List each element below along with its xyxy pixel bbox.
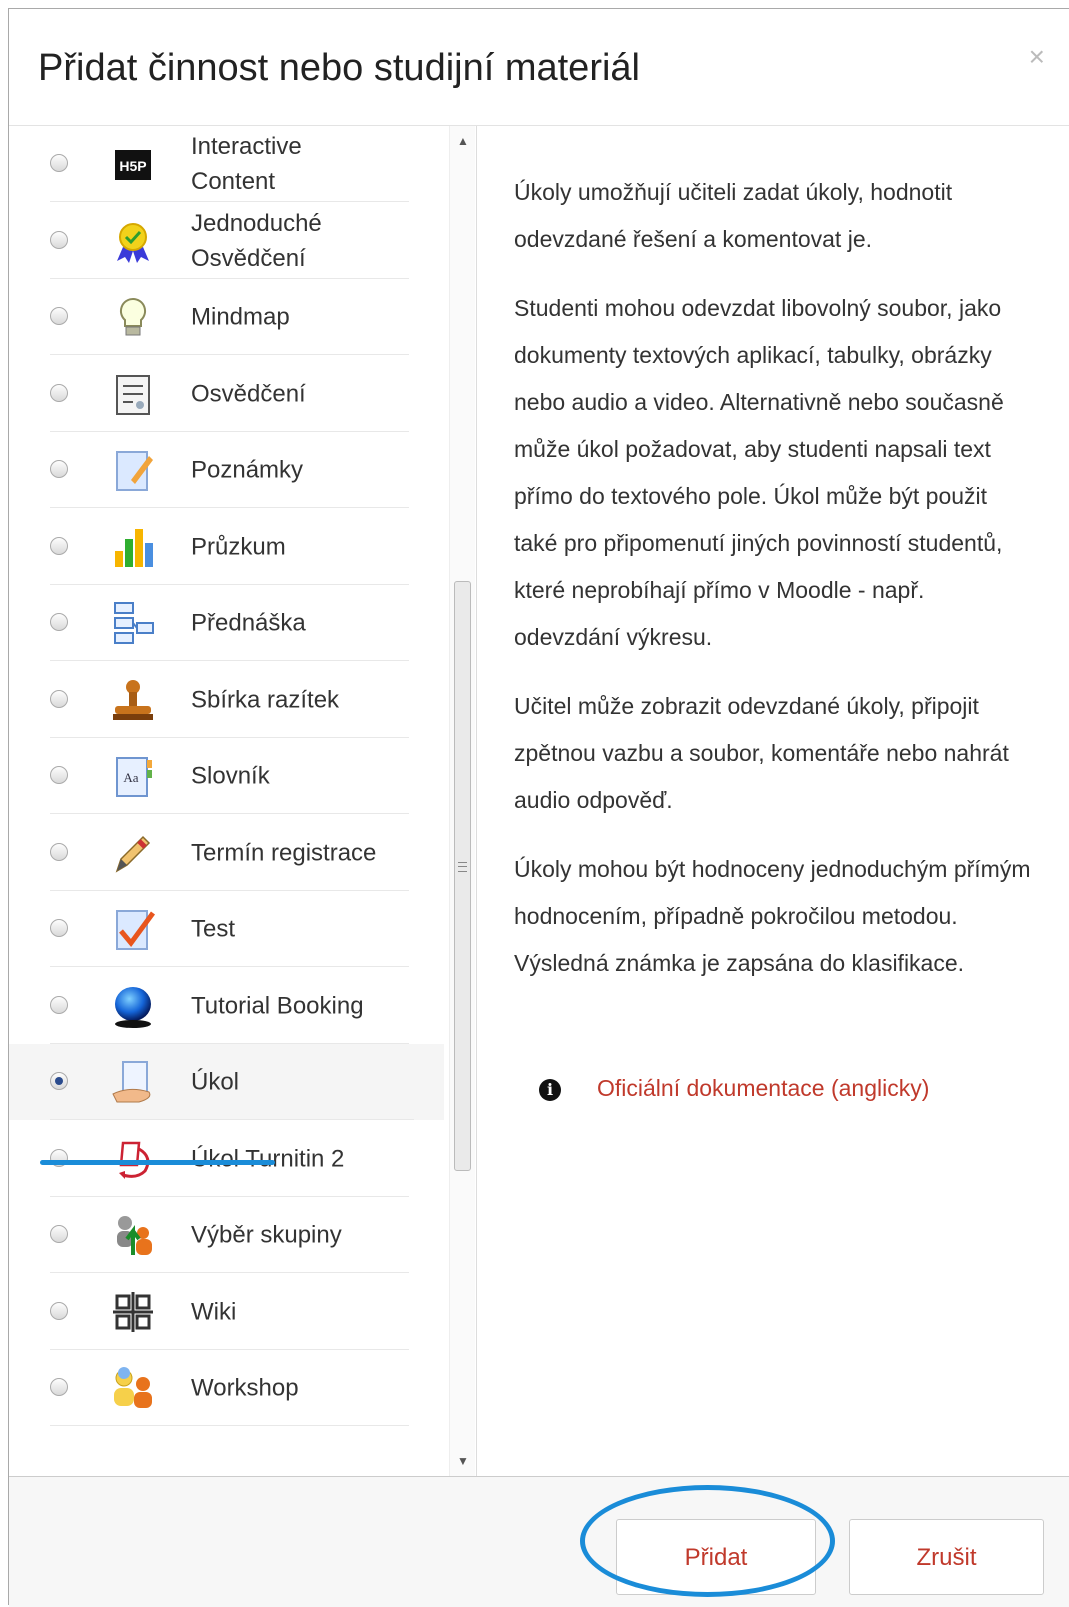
scroll-down-arrow-icon[interactable]: ▼ (457, 1454, 469, 1468)
activity-option[interactable]: Výběr skupiny (9, 1197, 439, 1273)
workshop-people-icon (109, 1364, 157, 1412)
activity-label[interactable]: Úkol Turnitin 2 (191, 1141, 421, 1176)
activity-option[interactable]: Úkol (9, 1044, 444, 1120)
svg-text:Aa: Aa (123, 770, 138, 785)
activity-option[interactable]: Přednáška (9, 585, 439, 661)
globe-icon (109, 982, 157, 1030)
certificate-document-icon (109, 370, 157, 418)
activity-radio[interactable] (50, 460, 68, 478)
activity-label[interactable]: Jednoduché Osvědčení (191, 206, 322, 276)
activity-label[interactable]: Wiki (191, 1294, 421, 1329)
activity-radio[interactable] (50, 383, 68, 402)
dialog-footer: Přidat Zrušit (9, 1476, 1069, 1607)
quiz-checkmark-icon (109, 905, 157, 953)
activity-label[interactable]: Slovník (191, 759, 421, 794)
activity-label[interactable]: Úkol (191, 1065, 421, 1100)
activity-radio[interactable] (50, 613, 68, 631)
wiki-icon (109, 1288, 157, 1336)
list-scrollbar[interactable]: ▲ ▼ (449, 126, 475, 1476)
activity-label[interactable]: Workshop (191, 1371, 421, 1406)
activity-radio[interactable] (50, 1301, 68, 1320)
activity-list: H5P Interactive Content Jednoduché Osvědče… (9, 126, 477, 1476)
lesson-flowchart-icon (109, 599, 157, 647)
activity-option[interactable]: Mindmap (9, 279, 439, 355)
description-paragraph: Úkoly umožňují učiteli zadat úkoly, hodn… (514, 179, 953, 252)
activity-option[interactable]: H5P Interactive Content (9, 126, 439, 202)
activity-option[interactable]: Úkol Turnitin 2 (9, 1121, 439, 1197)
activity-radio[interactable] (50, 995, 68, 1014)
activity-option[interactable]: Termín registrace (9, 815, 439, 891)
activity-label[interactable]: Test (191, 912, 421, 947)
h5p-icon: H5P (109, 140, 157, 188)
activity-label[interactable]: Sbírka razítek (191, 682, 421, 717)
activity-option[interactable]: Sbírka razítek (9, 662, 439, 738)
activity-option[interactable]: Aa Slovník (9, 738, 439, 814)
dialog-title: Přidat činnost nebo studijní materiál (38, 47, 640, 89)
activity-radio[interactable] (50, 230, 68, 249)
glossary-book-icon: Aa (109, 752, 157, 800)
activity-label[interactable]: Poznámky (191, 453, 421, 488)
activity-label[interactable]: Průzkum (191, 529, 421, 564)
option-divider (50, 1425, 409, 1426)
activity-radio[interactable] (50, 1378, 68, 1396)
dialog-header: Přidat činnost nebo studijní materiál × (9, 9, 1069, 126)
documentation-link-label[interactable]: Oficiální dokumentace (anglicky) (597, 1075, 929, 1101)
activity-label[interactable]: Mindmap (191, 300, 421, 335)
activity-description: Úkoly umožňují učiteli zadat úkoly, hodn… (514, 169, 1034, 1009)
activity-label[interactable]: Osvědčení (191, 376, 421, 411)
activity-option[interactable]: Poznámky (9, 432, 439, 508)
lightbulb-icon (109, 293, 157, 341)
activity-label[interactable]: Tutorial Booking (191, 988, 421, 1023)
info-icon: i (539, 1078, 561, 1101)
activity-radio[interactable] (50, 307, 68, 325)
stamp-icon (109, 676, 157, 724)
activity-radio[interactable] (50, 154, 68, 172)
documentation-link[interactable]: i Oficiální dokumentace (anglicky) (539, 1075, 929, 1102)
activity-label[interactable]: Termín registrace (191, 835, 421, 870)
activity-radio[interactable] (50, 689, 68, 708)
description-paragraph: Učitel může zobrazit odevzdané úkoly, př… (514, 693, 1009, 813)
activity-radio[interactable] (50, 842, 68, 861)
activity-option[interactable]: Test (9, 891, 439, 967)
activity-radio[interactable] (50, 766, 68, 784)
activity-option[interactable]: Průzkum (9, 509, 439, 585)
description-paragraph: Studenti mohou odevzdat libovolný soubor… (514, 295, 1004, 650)
notes-pencil-icon (109, 446, 157, 494)
activity-radio[interactable] (50, 919, 68, 937)
cancel-button[interactable]: Zrušit (849, 1519, 1044, 1595)
description-paragraph: Úkoly mohou být hodnoceny jednoduchým př… (514, 856, 1031, 976)
scrollbar-thumb[interactable] (454, 581, 471, 1171)
assignment-hand-icon (109, 1058, 157, 1106)
activity-option[interactable]: Workshop (9, 1350, 439, 1426)
turnitin-icon (109, 1135, 157, 1183)
activity-option[interactable]: Jednoduché Osvědčení (9, 203, 439, 279)
add-activity-dialog: Přidat činnost nebo studijní materiál × … (8, 8, 1069, 1607)
pen-icon (109, 829, 157, 877)
activity-option[interactable]: Osvědčení (9, 356, 439, 432)
activity-label[interactable]: Přednáška (191, 606, 421, 641)
selection-underline-annotation (40, 1160, 275, 1165)
bar-chart-icon (109, 523, 157, 571)
svg-text:H5P: H5P (119, 158, 146, 174)
activity-radio[interactable] (50, 536, 68, 555)
close-icon[interactable]: × (1029, 41, 1045, 73)
activity-option[interactable]: Wiki (9, 1274, 439, 1350)
activity-label[interactable]: Výběr skupiny (191, 1218, 421, 1253)
scroll-up-arrow-icon[interactable]: ▲ (457, 134, 469, 148)
activity-option[interactable]: Tutorial Booking (9, 968, 439, 1044)
group-choice-icon (109, 1211, 157, 1259)
activity-label[interactable]: Interactive Content (191, 129, 321, 199)
add-button[interactable]: Přidat (616, 1519, 816, 1595)
certificate-badge-icon (109, 217, 157, 265)
activity-radio[interactable] (50, 1072, 68, 1090)
activity-radio[interactable] (50, 1225, 68, 1243)
